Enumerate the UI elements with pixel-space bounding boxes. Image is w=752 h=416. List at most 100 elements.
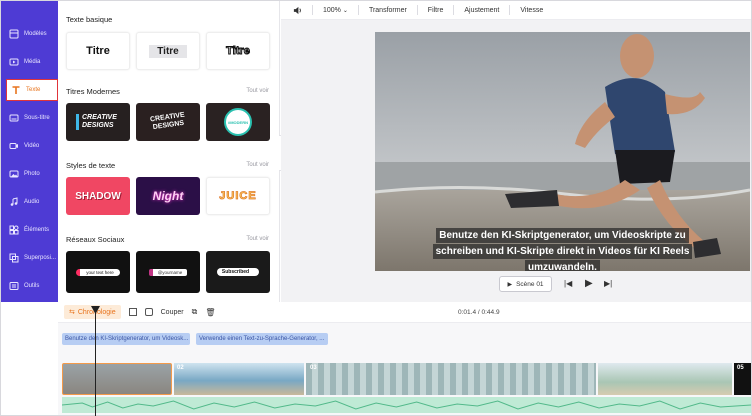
toolbar-divider (453, 5, 455, 15)
sidebar-label: Outils (24, 283, 40, 289)
skip-back-icon[interactable]: |◀ (564, 279, 572, 288)
volume-icon[interactable] (293, 6, 302, 15)
overlay-icon (9, 253, 19, 263)
see-all-styles[interactable]: Tout voir (246, 162, 269, 168)
sidebar-item-elements[interactable]: Éléments (5, 219, 57, 241)
card-text: Titre (86, 45, 110, 57)
sidebar-item-overlay[interactable]: Superposi... (5, 247, 57, 269)
text-clip-label: Benutze den KI-Skriptgenerator, um Video… (65, 336, 189, 342)
cut-button[interactable]: Couper (161, 309, 184, 316)
speed-button[interactable]: Vitesse (520, 7, 543, 14)
card-text: Subscribed (216, 268, 260, 276)
crop-icon[interactable] (144, 308, 153, 316)
style-card-night[interactable]: Night (136, 177, 200, 215)
modern-title-card-2[interactable]: CREATIVE DESIGNS (136, 103, 200, 141)
timeline-icon: ⇆ (69, 309, 75, 316)
see-all-modern[interactable]: Tout voir (246, 88, 269, 94)
caption-line: Benutze den KI-Skriptgenerator, um Video… (436, 228, 689, 243)
video-clip-05[interactable]: 05 (734, 363, 751, 395)
text-clip[interactable]: Verwende einen Text-zu-Sprache-Generator… (196, 333, 328, 345)
scene-play-button[interactable]: ▶ Scène 01 (499, 276, 552, 292)
toolbar-divider (509, 5, 511, 15)
modern-title-card-3[interactable]: #MODERN (206, 103, 270, 141)
sidebar-label: Vidéo (24, 143, 40, 149)
timeline-toolbar: ⇆ Chronologie Couper ⧉ 🗑 0:01.4 / 0:44.9 (58, 302, 751, 322)
video-preview[interactable]: Benutze den KI-Skriptgenerator, um Video… (375, 32, 750, 271)
skip-forward-icon[interactable]: ▶| (604, 279, 612, 288)
timeline-ruler[interactable] (58, 323, 751, 331)
social-card-youtube[interactable]: Subscribed (206, 251, 270, 293)
tools-icon (9, 282, 19, 290)
video-clip-04[interactable] (598, 363, 732, 395)
clip-number: 03 (310, 365, 317, 371)
delete-icon[interactable]: 🗑 (205, 308, 215, 317)
sidebar-item-media[interactable]: Média (5, 51, 57, 73)
subtitle-caption[interactable]: Benutze den KI-Skriptgenerator, um Video… (375, 228, 750, 271)
clip-number: 02 (177, 365, 184, 371)
toolbar-divider (312, 5, 313, 15)
section-title-styles: Styles de texte (66, 161, 116, 170)
media-icon (9, 58, 19, 66)
elements-icon (9, 225, 19, 235)
section-title-modern: Titres Modernes (66, 87, 120, 96)
sidebar-item-audio[interactable]: Audio (5, 191, 57, 213)
timeline-area: Benutze den KI-Skriptgenerator, um Video… (58, 322, 752, 415)
style-card-shadow[interactable]: SHADOW (66, 177, 130, 215)
card-text: CREATIVE DESIGNS (149, 111, 186, 132)
split-icon[interactable] (128, 308, 137, 316)
see-all-social[interactable]: Tout voir (246, 236, 269, 242)
play-icon[interactable]: ▶ (585, 278, 593, 289)
toolbar-divider (416, 5, 418, 15)
templates-icon (9, 29, 19, 39)
card-text: @yourname (148, 268, 188, 276)
playhead[interactable] (95, 308, 96, 416)
audio-waveform (61, 400, 752, 410)
card-text: Titre (149, 44, 187, 58)
sidebar-item-subtitle[interactable]: Sous-titre (5, 107, 57, 129)
social-card-instagram[interactable]: @yourname (136, 251, 200, 293)
sidebar-label: Éléments (24, 227, 50, 233)
transform-button[interactable]: Transformer (369, 7, 407, 14)
play-icon: ▶ (507, 281, 513, 288)
clip-number: 05 (737, 365, 744, 371)
video-clip-03[interactable]: 03 (306, 363, 596, 395)
sidebar-label: Audio (24, 199, 40, 205)
video-icon (9, 143, 18, 149)
sidebar-item-photo[interactable]: Photo (5, 163, 57, 185)
social-card-tiktok[interactable]: your text here (66, 251, 130, 293)
time-readout: 0:01.4 / 0:44.9 (458, 308, 500, 316)
card-text: CREATIVE DESIGNS (76, 114, 120, 130)
sidebar-label: Superposi... (24, 255, 57, 261)
basic-title-card-2[interactable]: Titre (136, 32, 200, 70)
sidebar-label: Média (24, 59, 41, 65)
video-track: 02 03 05 (58, 363, 751, 395)
sidebar-item-templates[interactable]: Modèles (5, 23, 57, 45)
text-clip[interactable]: Benutze den KI-Skriptgenerator, um Video… (62, 333, 190, 345)
caption-line: schreiben und KI-Skripte direkt in Video… (432, 244, 693, 259)
video-clip-01[interactable] (62, 363, 172, 395)
sidebar-label: Sous-titre (24, 115, 50, 121)
video-clip-02[interactable]: 02 (174, 363, 304, 395)
left-sidebar: Modèles Média Texte Sous-titre Vidéo Pho… (1, 1, 58, 302)
filter-button[interactable]: Filtre (428, 7, 444, 14)
sidebar-item-video[interactable]: Vidéo (5, 135, 57, 157)
scene-label: Scène 01 (516, 280, 544, 288)
sidebar-item-tools[interactable]: Outils (5, 275, 57, 297)
duplicate-icon[interactable]: ⧉ (192, 307, 198, 317)
sidebar-item-text[interactable]: Texte (6, 79, 58, 101)
top-toolbar: 100% ⌄ Transformer Filtre Ajustement Vit… (281, 1, 751, 20)
style-card-juice[interactable]: JUICE (206, 177, 270, 215)
zoom-select[interactable]: 100% (323, 7, 341, 14)
sidebar-label: Modèles (24, 31, 47, 37)
card-text: Night (152, 189, 184, 203)
basic-title-card-3[interactable]: Titre (206, 32, 270, 70)
section-title-basic: Texte basique (66, 15, 113, 24)
audio-track[interactable] (61, 397, 752, 413)
caption-line: umzuwandeln. (525, 260, 600, 271)
toolbar-divider (357, 5, 359, 15)
modern-title-card-1[interactable]: CREATIVE DESIGNS (66, 103, 130, 141)
basic-title-card-1[interactable]: Titre (66, 32, 130, 70)
card-text: JUICE (219, 190, 257, 203)
adjust-button[interactable]: Ajustement (464, 7, 499, 14)
section-title-social: Réseaux Sociaux (66, 235, 125, 244)
